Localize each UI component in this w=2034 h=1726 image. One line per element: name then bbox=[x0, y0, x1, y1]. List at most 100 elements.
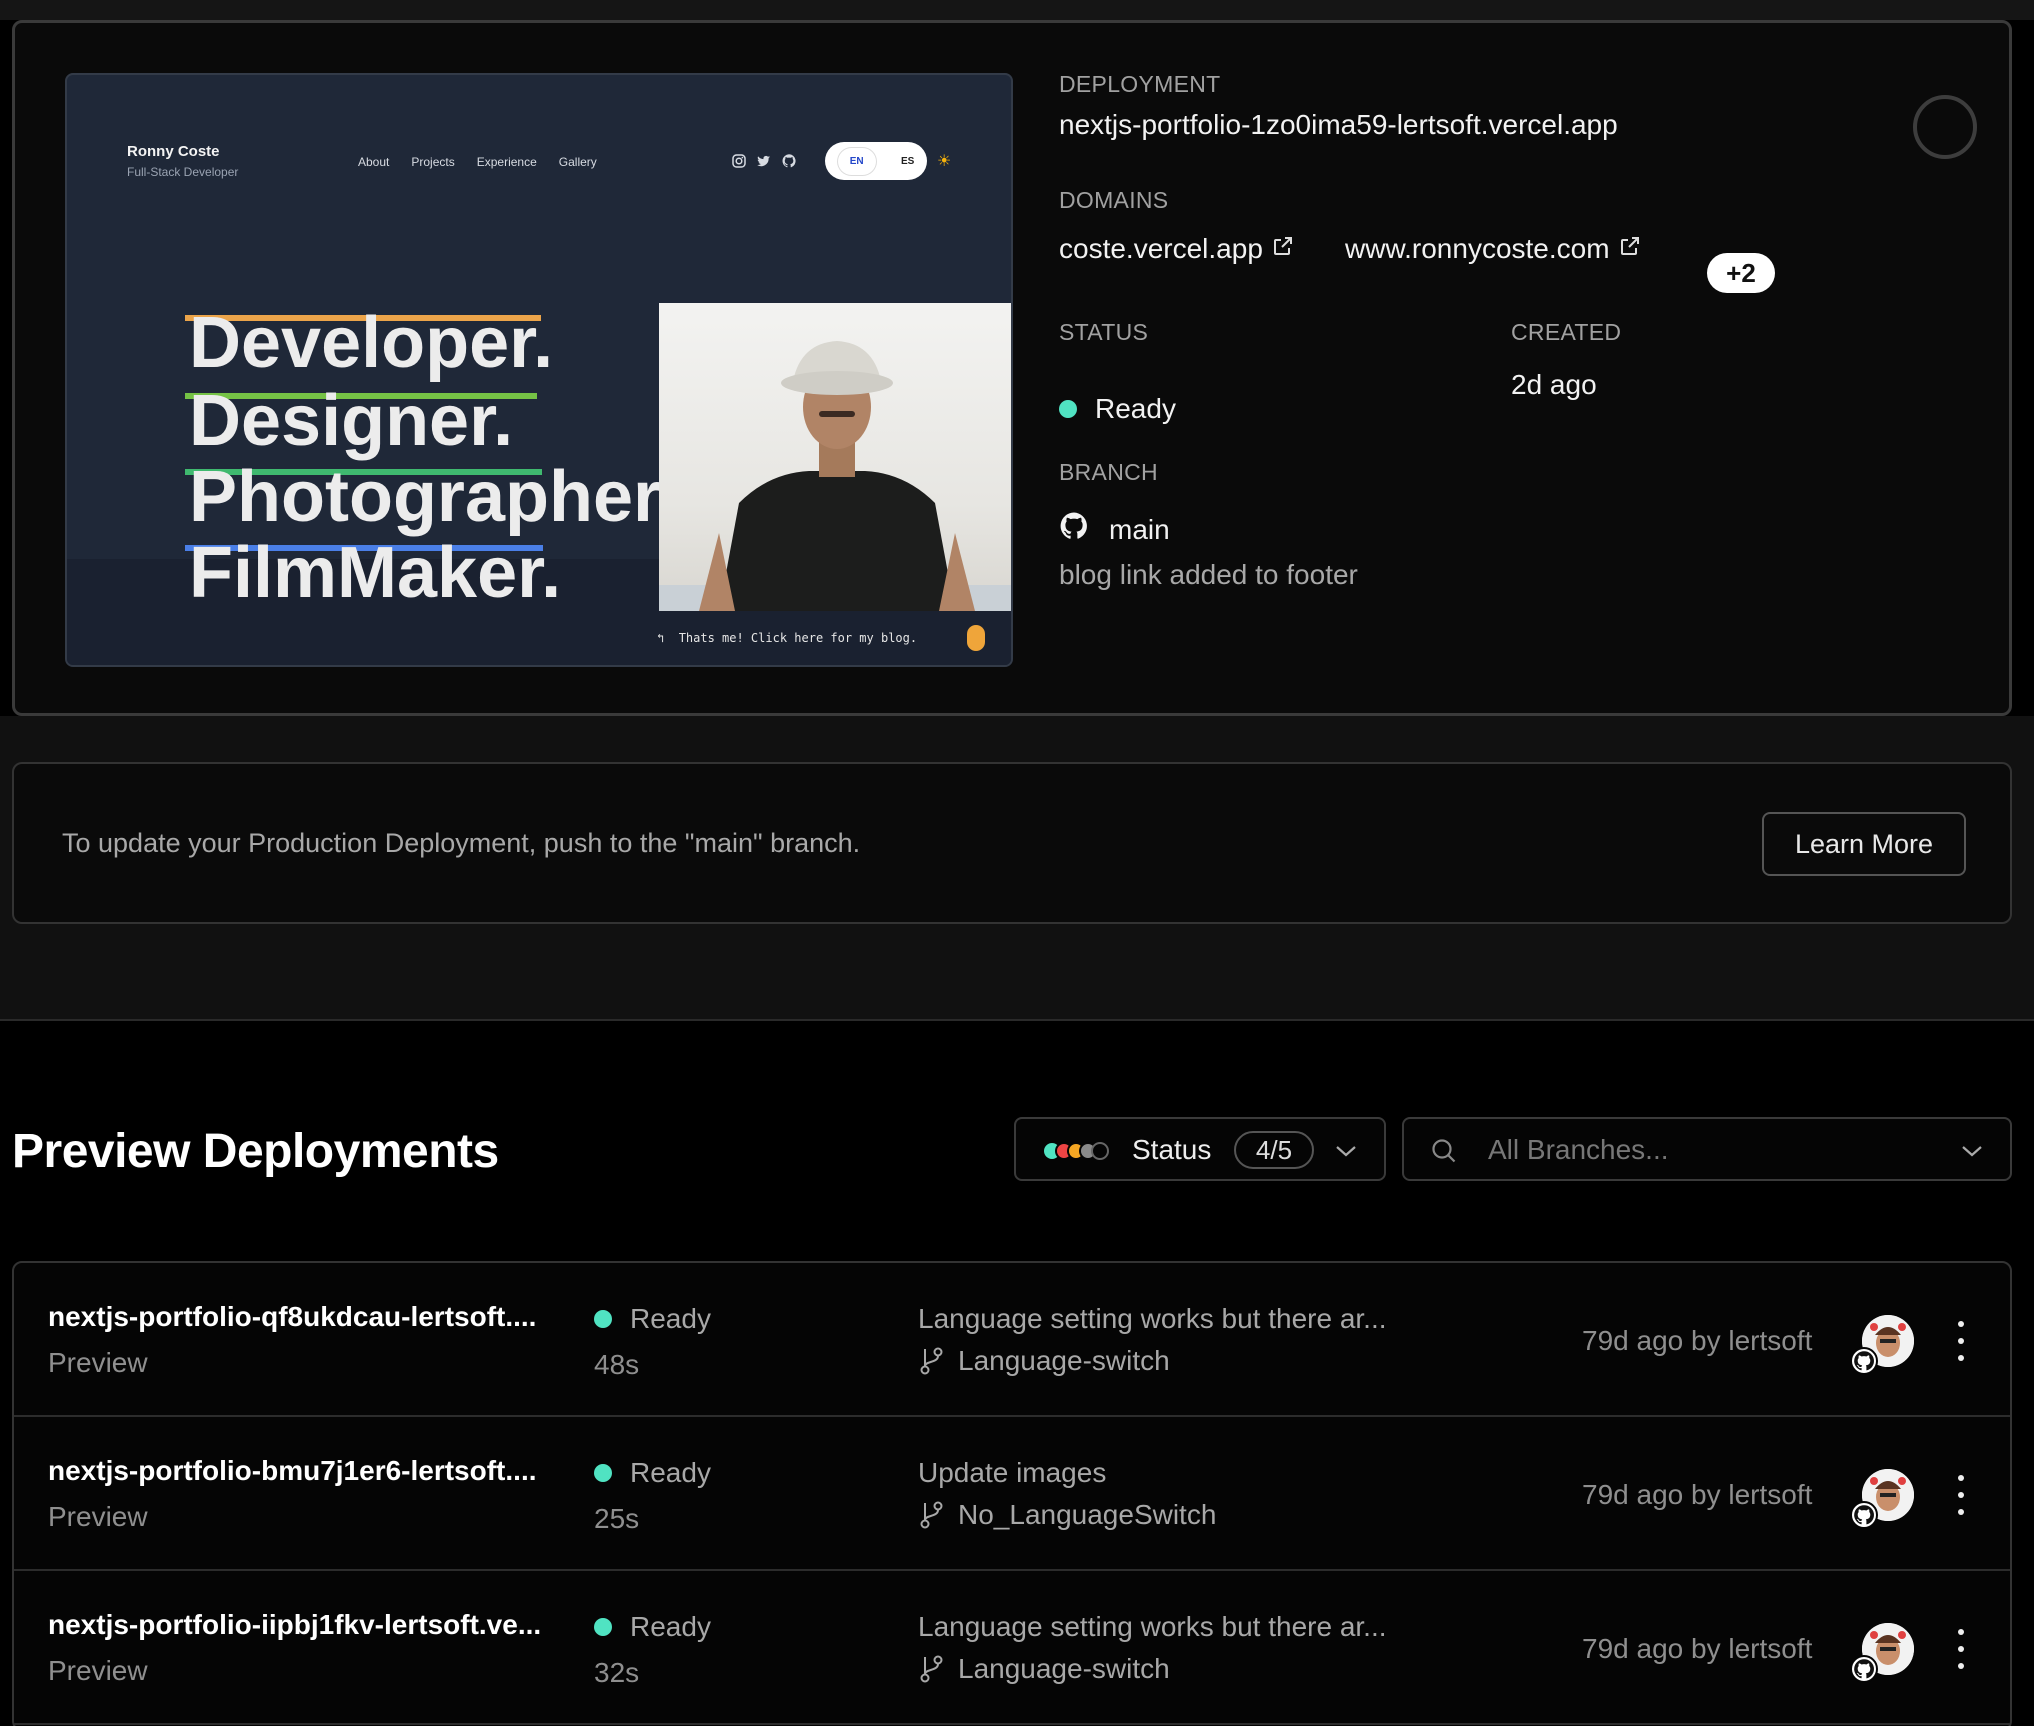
table-row[interactable]: nextjs-portfolio-bmu7j1er6-lertsoft.... … bbox=[14, 1417, 2010, 1571]
preview-language-toggle: EN ES bbox=[825, 142, 927, 180]
deployment-environment: Preview bbox=[48, 1347, 148, 1378]
portrait-photo bbox=[659, 303, 1011, 611]
branch-filter-dropdown[interactable]: All Branches... bbox=[1402, 1117, 2012, 1181]
branch-link[interactable]: Language-switch bbox=[918, 1345, 1170, 1377]
deployment-age: 79d ago by lertsoft bbox=[1582, 1325, 1813, 1356]
notice-text: To update your Production Deployment, pu… bbox=[62, 828, 861, 858]
external-link-icon bbox=[1618, 233, 1642, 265]
git-branch-icon bbox=[920, 1347, 943, 1375]
domain-text-1: coste.vercel.app bbox=[1059, 233, 1263, 264]
chevron-down-icon bbox=[1962, 1146, 1982, 1157]
status-dot bbox=[1059, 400, 1077, 418]
deployment-age: 79d ago by lertsoft bbox=[1582, 1633, 1813, 1664]
deployment-environment: Preview bbox=[48, 1655, 148, 1686]
preview-nav-about: About bbox=[358, 155, 390, 169]
hero-word-photographer: Photographer. bbox=[189, 457, 678, 537]
branch-link[interactable]: No_LanguageSwitch bbox=[918, 1499, 1216, 1531]
domains-label: DOMAINS bbox=[1059, 187, 1169, 213]
branch-name: No_LanguageSwitch bbox=[958, 1499, 1217, 1530]
github-icon bbox=[1059, 511, 1089, 548]
preview-site-nav: About Projects Experience Gallery bbox=[358, 155, 597, 169]
preview-site-name: Ronny Coste bbox=[127, 143, 220, 160]
photo-caption: ↰ Thats me! Click here for my blog. bbox=[657, 631, 918, 645]
branch-filter-placeholder: All Branches... bbox=[1488, 1134, 1669, 1165]
table-row[interactable]: nextjs-portfolio-iipbj1fkv-lertsoft.ve..… bbox=[14, 1571, 2010, 1725]
deployment-name[interactable]: nextjs-portfolio-iipbj1fkv-lertsoft.ve..… bbox=[48, 1609, 578, 1641]
status-text: Ready bbox=[630, 1303, 711, 1334]
commit-message[interactable]: Language setting works but there ar... bbox=[918, 1611, 1387, 1643]
preview-social-icons bbox=[731, 153, 797, 169]
branch-link[interactable]: main bbox=[1059, 511, 1170, 548]
domain-link-2[interactable]: www.ronnycoste.com bbox=[1345, 233, 1642, 265]
chevron-down-icon bbox=[1336, 1146, 1356, 1157]
deployment-label: DEPLOYMENT bbox=[1059, 71, 1221, 97]
build-duration: 25s bbox=[594, 1503, 640, 1534]
deployment-status: Ready bbox=[1059, 393, 1176, 425]
commit-message[interactable]: Language setting works but there ar... bbox=[918, 1303, 1387, 1335]
created-label: CREATED bbox=[1511, 319, 1622, 345]
github-icon bbox=[781, 153, 797, 169]
twitter-icon bbox=[756, 153, 772, 169]
status-label: STATUS bbox=[1059, 319, 1149, 345]
status-filter-count: 4/5 bbox=[1234, 1131, 1314, 1169]
production-deployment-card: Ronny Coste Full-Stack Developer About P… bbox=[12, 20, 2012, 716]
search-icon bbox=[1432, 1139, 1456, 1163]
preview-nav-gallery: Gallery bbox=[558, 155, 597, 169]
status-dots-icon bbox=[1044, 1142, 1109, 1160]
branch-link[interactable]: Language-switch bbox=[918, 1653, 1170, 1685]
top-strip bbox=[0, 0, 2034, 20]
deployment-status: Ready bbox=[594, 1611, 711, 1643]
preview-nav-projects: Projects bbox=[411, 155, 455, 169]
created-value: 2d ago bbox=[1511, 369, 1597, 400]
table-row[interactable]: nextjs-portfolio-qf8ukdcau-lertsoft.... … bbox=[14, 1263, 2010, 1417]
deployment-name[interactable]: nextjs-portfolio-qf8ukdcau-lertsoft.... bbox=[48, 1301, 578, 1333]
build-duration: 32s bbox=[594, 1657, 640, 1688]
commit-message: blog link added to footer bbox=[1059, 559, 1358, 590]
more-domains-badge[interactable]: +2 bbox=[1707, 253, 1775, 293]
sun-icon: ☀ bbox=[937, 153, 952, 170]
hero-word-designer: Designer. bbox=[189, 381, 514, 461]
deployment-age: 79d ago by lertsoft bbox=[1582, 1479, 1813, 1510]
commit-message[interactable]: Update images bbox=[918, 1457, 1106, 1489]
loading-spinner-icon bbox=[1913, 95, 1977, 159]
deployment-status: Ready bbox=[594, 1457, 711, 1489]
branch-name: main bbox=[1109, 513, 1170, 545]
deployment-environment: Preview bbox=[48, 1501, 148, 1532]
preview-site-subtitle: Full-Stack Developer bbox=[127, 165, 239, 179]
deployment-name[interactable]: nextjs-portfolio-bmu7j1er6-lertsoft.... bbox=[48, 1455, 578, 1487]
hero-word-filmmaker: FilmMaker. bbox=[189, 533, 562, 613]
branch-label: BRANCH bbox=[1059, 459, 1158, 485]
instagram-icon bbox=[731, 153, 747, 169]
github-icon bbox=[1850, 1655, 1878, 1683]
github-icon bbox=[1850, 1501, 1878, 1529]
deployment-preview-screenshot[interactable]: Ronny Coste Full-Stack Developer About P… bbox=[65, 73, 1013, 667]
status-filter-label: Status bbox=[1132, 1134, 1212, 1165]
deployment-url-link[interactable]: nextjs-portfolio-1zo0ima59-lertsoft.verc… bbox=[1059, 109, 1618, 141]
preview-nav-experience: Experience bbox=[476, 155, 537, 169]
status-dot bbox=[594, 1618, 612, 1636]
build-duration: 48s bbox=[594, 1349, 640, 1380]
branch-name: Language-switch bbox=[958, 1345, 1170, 1376]
production-update-notice: To update your Production Deployment, pu… bbox=[12, 762, 2012, 924]
section-title: Preview Deployments bbox=[12, 1125, 499, 1178]
more-options-icon[interactable] bbox=[1956, 1629, 1966, 1669]
section-divider bbox=[0, 1019, 2034, 1021]
preview-deployments-table: nextjs-portfolio-qf8ukdcau-lertsoft.... … bbox=[12, 1261, 2012, 1726]
status-text: Ready bbox=[1095, 393, 1176, 424]
github-icon bbox=[1850, 1347, 1878, 1375]
blog-link-icon bbox=[967, 625, 985, 651]
status-filter-dropdown[interactable]: Status 4/5 bbox=[1014, 1117, 1386, 1181]
domain-link-1[interactable]: coste.vercel.app bbox=[1059, 233, 1295, 265]
preview-lang-es: ES bbox=[900, 155, 915, 167]
more-options-icon[interactable] bbox=[1956, 1475, 1966, 1515]
status-text: Ready bbox=[630, 1457, 711, 1488]
git-branch-icon bbox=[920, 1655, 943, 1683]
branch-name: Language-switch bbox=[958, 1653, 1170, 1684]
learn-more-button[interactable]: Learn More bbox=[1762, 812, 1966, 876]
hero-word-developer: Developer. bbox=[189, 303, 554, 383]
deployment-status: Ready bbox=[594, 1303, 711, 1335]
preview-lang-en: EN bbox=[837, 147, 876, 175]
more-options-icon[interactable] bbox=[1956, 1321, 1966, 1361]
domain-text-2: www.ronnycoste.com bbox=[1345, 233, 1610, 264]
status-dot bbox=[594, 1464, 612, 1482]
